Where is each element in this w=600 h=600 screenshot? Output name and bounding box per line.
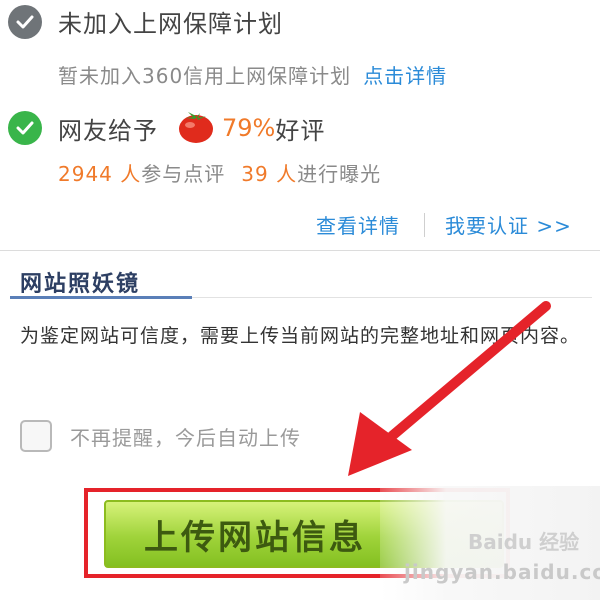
red-arrow-annotation <box>348 301 551 476</box>
